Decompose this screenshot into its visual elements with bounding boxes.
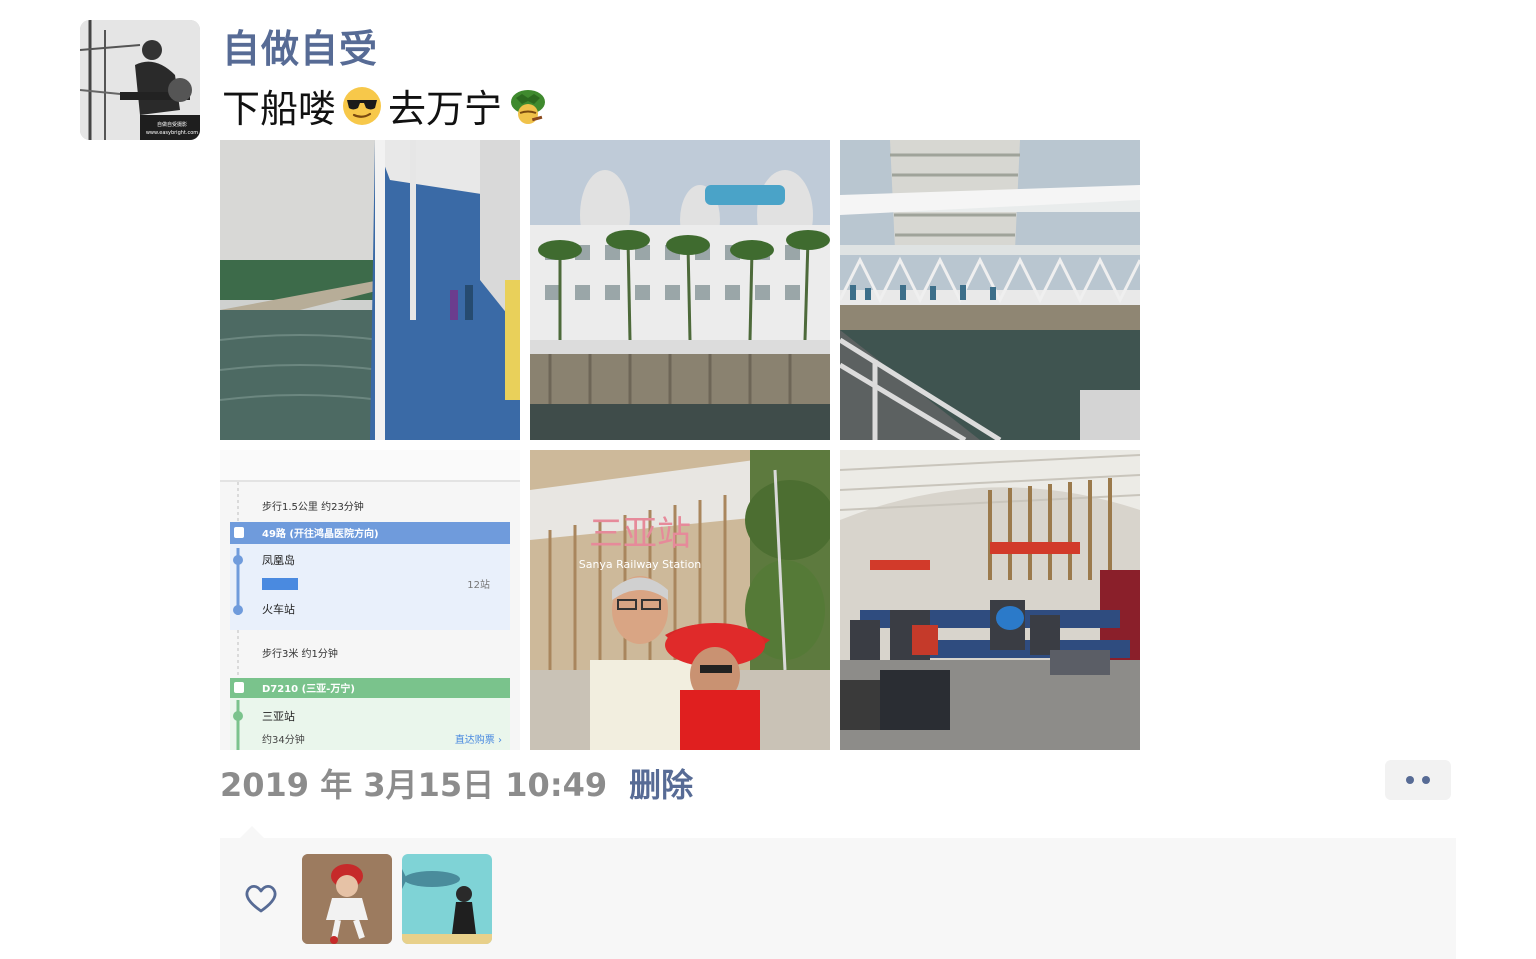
transit-train-line: D7210 (三亚-万宁) <box>262 682 355 695</box>
delete-button[interactable]: 删除 <box>629 760 693 806</box>
transit-walk-1: 步行1.5公里 约23分钟 <box>262 500 364 513</box>
station-sign-cn: 三亚站 <box>589 514 691 554</box>
transit-stop-1: 凤凰岛 <box>262 553 295 567</box>
transit-duration: 约34分钟 <box>262 733 305 746</box>
avatar-caption-1: 自做自受摄影 <box>157 121 187 128</box>
heart-icon <box>245 884 277 913</box>
liker-avatar-child[interactable] <box>302 854 392 944</box>
station-waiting-hall-photo[interactable] <box>840 450 1140 750</box>
transit-stops-count: 12站 <box>467 578 490 591</box>
transit-bus-line: 49路 (开往鸿晶医院方向) <box>262 527 379 540</box>
likes-panel <box>220 838 1456 959</box>
post-timestamp: 2019 年 3月15日 10:49 <box>220 766 608 804</box>
sanya-station-selfie-photo[interactable]: 三亚站 Sanya Railway Station <box>530 450 830 750</box>
transit-buy-ticket: 直达购票 › <box>455 733 502 746</box>
more-options-button[interactable] <box>1385 760 1451 800</box>
resort-hotel-photo[interactable] <box>530 140 830 440</box>
more-dot-icon <box>1422 776 1430 784</box>
post-text-part-2: 去万宁 <box>388 87 503 131</box>
author-name[interactable]: 自做自受 <box>222 18 378 73</box>
station-sign-en: Sanya Railway Station <box>579 558 702 571</box>
likes-pointer <box>240 826 264 838</box>
transit-stop-2: 火车站 <box>262 602 295 616</box>
pier-walkway-photo[interactable] <box>840 140 1140 440</box>
more-dot-icon <box>1406 776 1414 784</box>
photo-grid: 步行1.5公里 约23分钟 49路 (开往鸿晶医院方向) 凤凰岛 12站 火车站… <box>220 140 1140 750</box>
moments-post: 自做自受摄影 www.easybright.com 自做自受 下船喽 去万宁 步… <box>0 0 1536 959</box>
post-meta: 2019 年 3月15日 10:49 删除 <box>220 760 693 806</box>
transit-walk-2: 步行3米 约1分钟 <box>262 647 338 660</box>
author-avatar[interactable]: 自做自受摄影 www.easybright.com <box>80 20 200 140</box>
sunglasses-emoji-icon <box>340 84 384 128</box>
ferry-deck-photo[interactable] <box>220 140 520 440</box>
post-text: 下船喽 去万宁 <box>222 78 554 133</box>
liker-avatar-aquarium[interactable] <box>402 854 492 944</box>
turtle-emoji-icon <box>506 84 550 128</box>
post-text-part-1: 下船喽 <box>222 87 337 131</box>
transit-route-photo[interactable]: 步行1.5公里 约23分钟 49路 (开往鸿晶医院方向) 凤凰岛 12站 火车站… <box>220 450 520 750</box>
transit-stop-3: 三亚站 <box>262 709 295 723</box>
avatar-caption-2: www.easybright.com <box>146 130 198 136</box>
